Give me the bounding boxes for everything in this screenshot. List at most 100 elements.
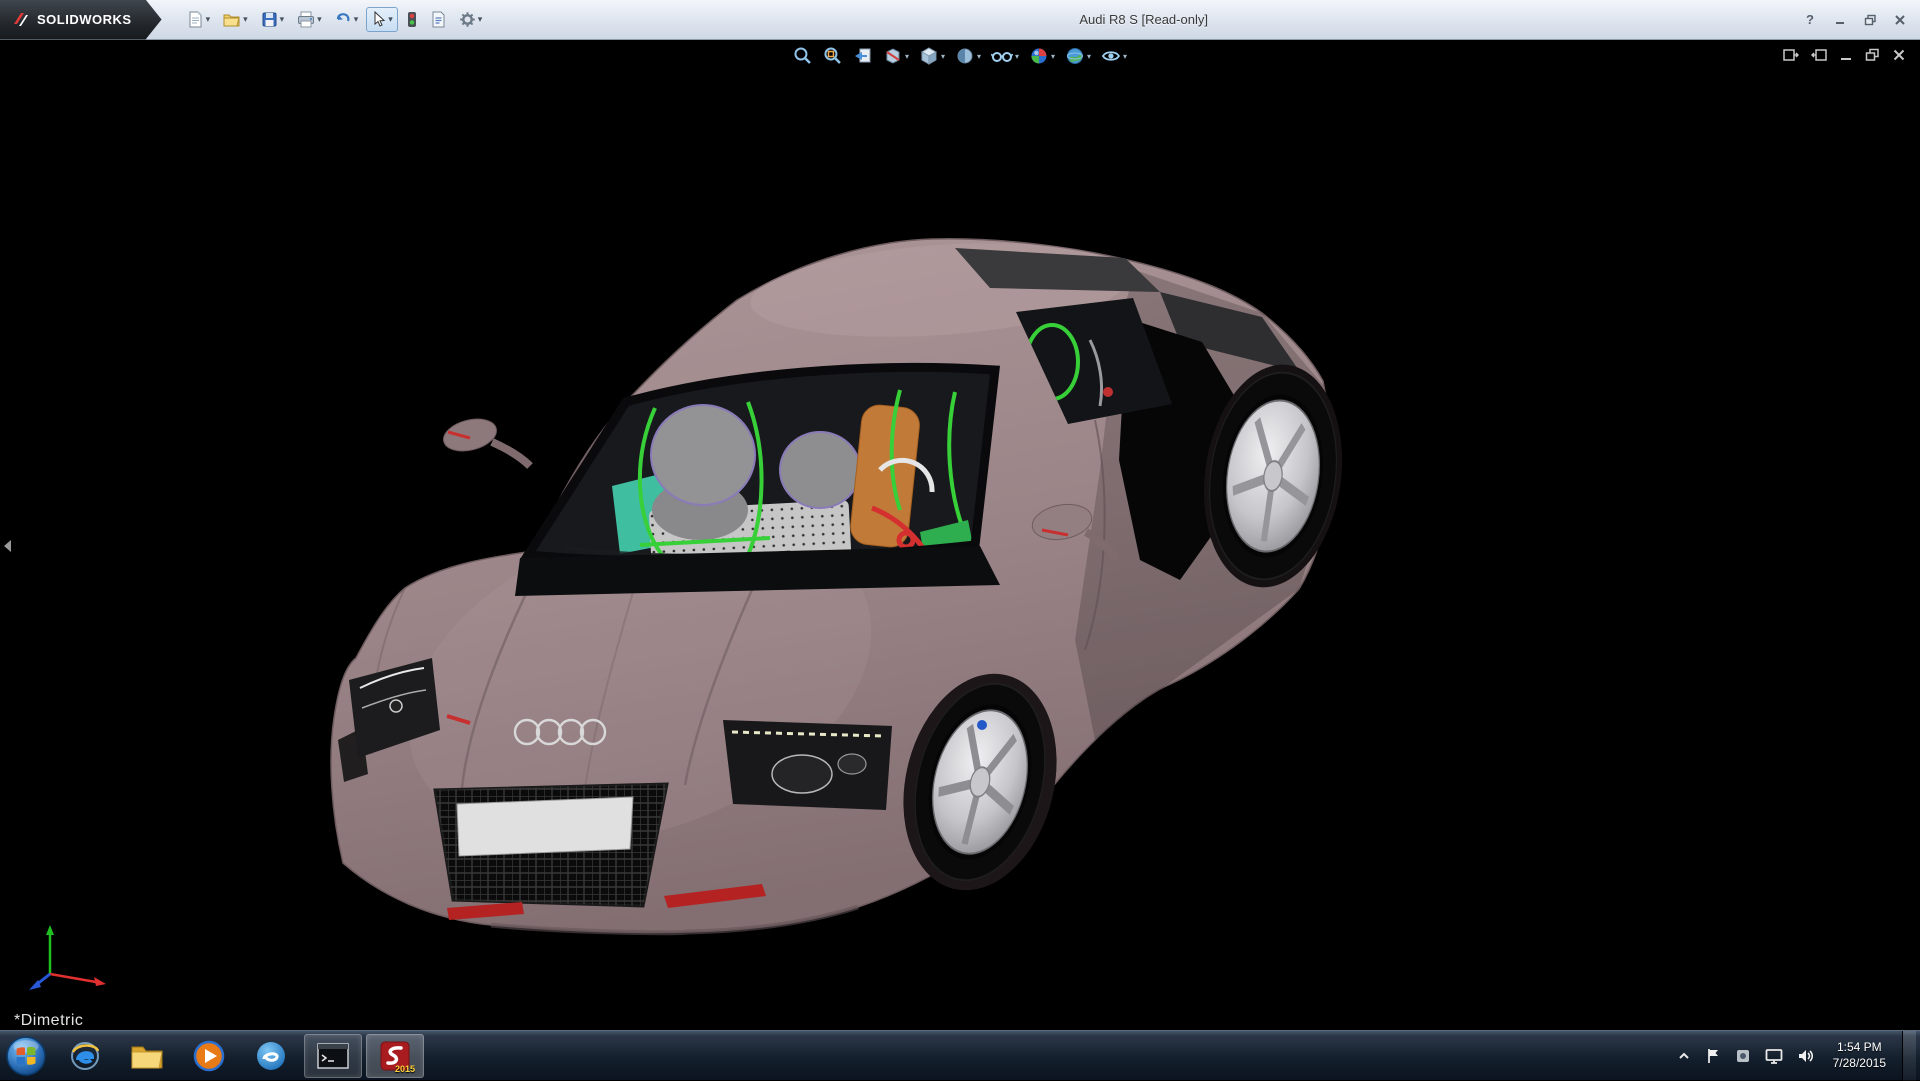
file-properties-button[interactable] — [426, 7, 451, 32]
show-hidden-icons-button[interactable] — [1675, 1048, 1693, 1064]
dropdown-caret-icon[interactable]: ▾ — [317, 15, 322, 24]
taskbar-solidworks[interactable]: 2015 — [366, 1034, 424, 1078]
audi-r8-model[interactable] — [0, 40, 1920, 1030]
options-gear-icon — [459, 11, 476, 28]
internet-explorer-icon — [68, 1039, 102, 1073]
taskbar-console-window[interactable] — [304, 1034, 362, 1078]
system-tray: 1:54 PM 7/28/2015 — [1675, 1031, 1920, 1081]
show-desktop-button[interactable] — [1902, 1031, 1916, 1081]
taskbar-file-explorer[interactable] — [118, 1034, 176, 1078]
zoom-to-area-icon — [823, 46, 843, 66]
solidworks-year-badge: 2015 — [395, 1064, 415, 1074]
new-document-icon — [187, 11, 204, 28]
file-properties-icon — [431, 11, 446, 28]
title-window-controls: ? — [1800, 11, 1910, 29]
taskbar-media-player[interactable] — [180, 1034, 238, 1078]
save-button[interactable]: ▾ — [256, 7, 290, 32]
options-button[interactable]: ▾ — [454, 7, 488, 32]
edit-appearance-button[interactable]: ▾ — [1026, 44, 1058, 68]
view-cube-icon — [919, 46, 939, 66]
start-button[interactable] — [2, 1032, 50, 1080]
taskbar: 2015 — [0, 1030, 1920, 1080]
new-document-button[interactable]: ▾ — [182, 7, 216, 32]
flag-icon — [1705, 1048, 1721, 1064]
dropdown-caret-icon[interactable]: ▾ — [1087, 52, 1091, 61]
zoom-to-fit-button[interactable] — [790, 44, 816, 68]
coordinate-triad — [20, 914, 120, 994]
print-icon — [297, 11, 315, 28]
previous-view-button[interactable] — [850, 44, 876, 68]
taskbar-internet-explorer[interactable] — [56, 1034, 114, 1078]
display-settings-button[interactable] — [1763, 1046, 1785, 1066]
restore-app-button[interactable] — [1860, 11, 1880, 29]
x-axis-arrow — [94, 977, 106, 986]
windows-start-orb-icon — [5, 1035, 47, 1077]
undo-button[interactable]: ▾ — [330, 7, 364, 32]
undock-window-icon[interactable] — [1811, 48, 1827, 62]
scene-globe-icon — [1065, 46, 1085, 66]
display-style-button[interactable]: ▾ — [952, 44, 984, 68]
heads-up-view-toolbar: ▾ ▾ ▾ ▾ — [790, 44, 1130, 68]
close-window-icon[interactable] — [1892, 48, 1906, 62]
window-title: Audi R8 S [Read-only] — [487, 12, 1800, 27]
main-toolbar: ▾ ▾ ▾ ▾ — [182, 7, 488, 32]
speaker-icon — [1797, 1048, 1815, 1064]
view-orientation-label: *Dimetric — [14, 1012, 83, 1030]
display-icon — [1765, 1048, 1783, 1064]
hide-show-items-button[interactable]: ▾ — [988, 44, 1022, 68]
dropdown-caret-icon[interactable]: ▾ — [905, 52, 909, 61]
dock-window-icon[interactable] — [1783, 48, 1799, 62]
zoom-to-fit-icon — [793, 46, 813, 66]
generic-tray-icon — [1735, 1048, 1751, 1064]
close-icon — [1894, 14, 1906, 26]
dropdown-caret-icon[interactable]: ▾ — [280, 15, 285, 24]
taskbar-apps: 2015 — [54, 1031, 426, 1080]
taskbar-clock[interactable]: 1:54 PM 7/28/2015 — [1827, 1040, 1892, 1071]
minimize-window-icon[interactable] — [1839, 48, 1853, 62]
dropdown-caret-icon[interactable]: ▾ — [977, 52, 981, 61]
dropdown-caret-icon[interactable]: ▾ — [1123, 52, 1127, 61]
print-button[interactable]: ▾ — [292, 7, 327, 32]
collapse-panel-arrow-icon[interactable] — [2, 538, 12, 554]
dropdown-caret-icon[interactable]: ▾ — [354, 15, 359, 24]
open-button[interactable]: ▾ — [218, 7, 253, 32]
y-axis-arrow — [46, 925, 54, 935]
undo-icon — [335, 11, 352, 28]
eyeglasses-icon — [991, 46, 1013, 66]
volume-button[interactable] — [1795, 1046, 1817, 1066]
title-bar: SOLIDWORKS ▾ ▾ ▾ — [0, 0, 1920, 40]
dropdown-caret-icon[interactable]: ▾ — [941, 52, 945, 61]
graphics-viewport[interactable]: ▾ ▾ ▾ ▾ — [0, 40, 1920, 1030]
dropdown-caret-icon[interactable]: ▾ — [478, 15, 483, 24]
open-folder-icon — [223, 11, 241, 28]
section-view-button[interactable]: ▾ — [880, 44, 912, 68]
rebuild-button[interactable] — [401, 7, 423, 32]
minimize-app-button[interactable] — [1830, 11, 1850, 29]
close-app-button[interactable] — [1890, 11, 1910, 29]
action-center-button[interactable] — [1703, 1046, 1723, 1066]
restore-window-icon[interactable] — [1865, 48, 1880, 62]
clock-date: 7/28/2015 — [1833, 1056, 1886, 1072]
dropdown-caret-icon[interactable]: ▾ — [1051, 52, 1055, 61]
help-button[interactable]: ? — [1800, 11, 1820, 29]
select-button[interactable]: ▾ — [366, 7, 398, 32]
apply-scene-button[interactable]: ▾ — [1062, 44, 1094, 68]
brand-text: SOLIDWORKS — [37, 12, 132, 27]
save-icon — [261, 11, 278, 28]
view-settings-button[interactable]: ▾ — [1098, 44, 1130, 68]
view-settings-eye-icon — [1101, 46, 1121, 66]
dropdown-caret-icon[interactable]: ▾ — [388, 15, 393, 24]
dropdown-caret-icon[interactable]: ▾ — [1015, 52, 1019, 61]
help-icon: ? — [1806, 12, 1814, 27]
zoom-to-area-button[interactable] — [820, 44, 846, 68]
dropdown-caret-icon[interactable]: ▾ — [243, 15, 248, 24]
car-windshield[interactable] — [515, 367, 1000, 596]
tray-app-button[interactable] — [1733, 1046, 1753, 1066]
taskbar-blue-round-app[interactable] — [242, 1034, 300, 1078]
minimize-icon — [1834, 14, 1846, 26]
dropdown-caret-icon[interactable]: ▾ — [206, 15, 211, 24]
solidworks-logo-icon — [12, 11, 30, 29]
folder-icon — [130, 1041, 164, 1071]
previous-view-icon — [853, 46, 873, 66]
view-orientation-button[interactable]: ▾ — [916, 44, 948, 68]
